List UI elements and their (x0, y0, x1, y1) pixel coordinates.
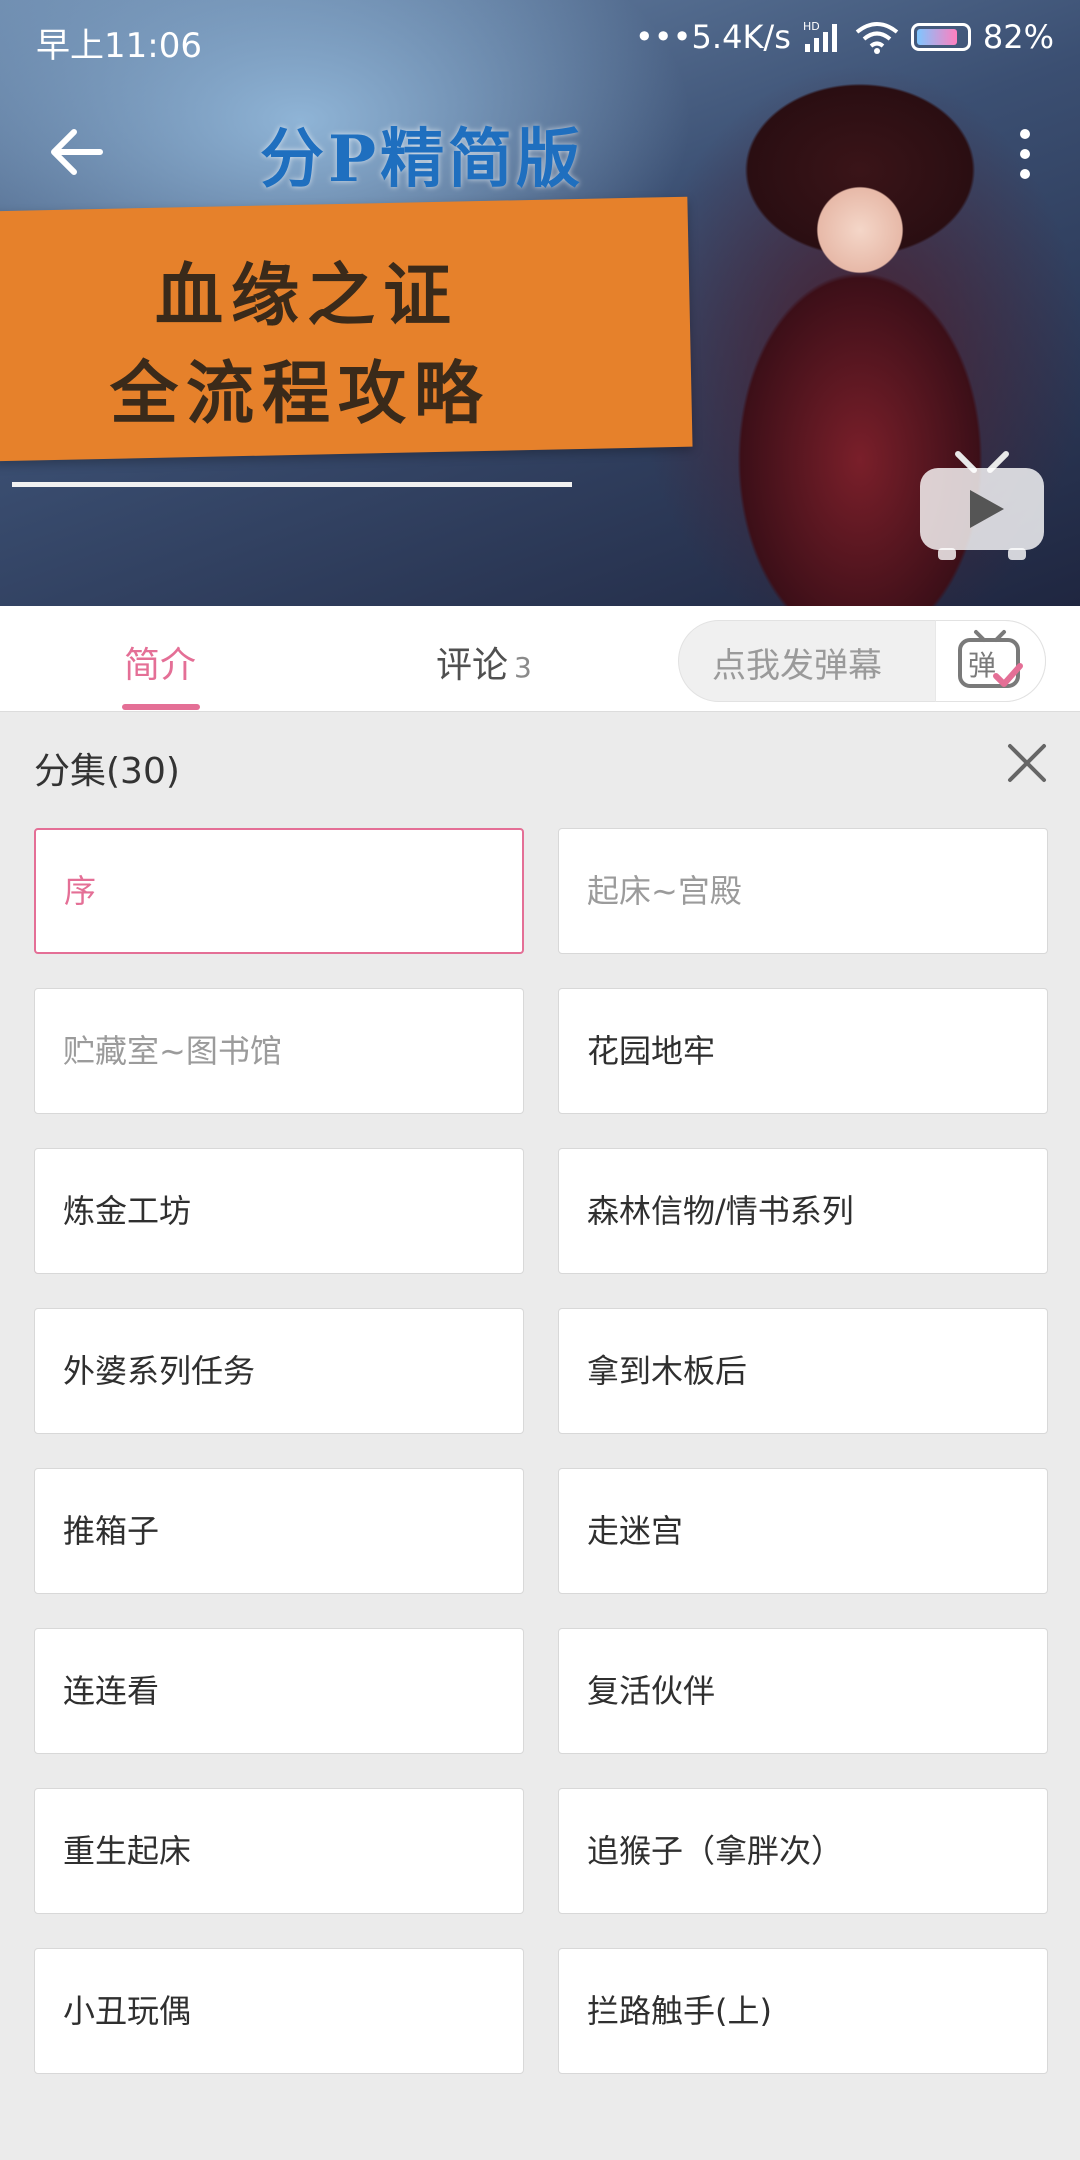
danmaku-placeholder[interactable]: 点我发弹幕 (712, 638, 882, 687)
tab-comments-label: 评论 (436, 645, 509, 686)
cover-dash (500, 482, 536, 487)
cover-banner-line-2: 全流程攻略 (110, 354, 491, 434)
tab-intro[interactable]: 简介 (124, 636, 196, 688)
comments-count: 3 (514, 651, 532, 684)
tv-cast-icon[interactable] (918, 450, 1046, 562)
episode-item[interactable]: 小丑玩偶 (34, 1948, 524, 2074)
cover-divider (12, 482, 572, 487)
episode-item[interactable]: 追猴子（拿胖次） (558, 1788, 1048, 1914)
episode-panel-title: 分集(30) (34, 751, 180, 792)
close-icon[interactable] (1006, 742, 1048, 784)
cover-banner-line-1: 血缘之证 (155, 256, 460, 336)
episode-item[interactable]: 花园地牢 (558, 988, 1048, 1114)
episode-item[interactable]: 拦路触手(上) (558, 1948, 1048, 2074)
episode-item[interactable]: 重生起床 (34, 1788, 524, 1914)
episode-item[interactable]: 炼金工坊 (34, 1148, 524, 1274)
back-arrow-icon[interactable] (44, 120, 108, 184)
svg-text:弹: 弹 (968, 649, 996, 682)
episode-item[interactable]: 走迷宫 (558, 1468, 1048, 1594)
cover-title: 分P精简版 (260, 122, 585, 197)
episode-item[interactable]: 复活伙伴 (558, 1628, 1048, 1754)
episode-item[interactable]: 森林信物/情书系列 (558, 1148, 1048, 1274)
status-bar: 早上11:06 •••5.4K/s HD 82% (0, 0, 1080, 76)
tab-active-indicator (122, 704, 200, 710)
cover-dash (540, 482, 570, 487)
video-player[interactable]: 分P精简版 血缘之证 全流程攻略 (0, 0, 1080, 606)
danmaku-toggle-icon[interactable]: 弹 (956, 628, 1024, 694)
episode-item[interactable]: 外婆系列任务 (34, 1308, 524, 1434)
episode-item[interactable]: 序 (34, 828, 524, 954)
episode-item[interactable]: 起床~宫殿 (558, 828, 1048, 954)
episode-item[interactable]: 推箱子 (34, 1468, 524, 1594)
episode-item[interactable]: 贮藏室~图书馆 (34, 988, 524, 1114)
status-indicators: •••5.4K/s HD 82% (635, 18, 1054, 56)
battery-icon (910, 23, 971, 51)
signal-hd-label: HD (803, 20, 820, 33)
episode-item[interactable]: 拿到木板后 (558, 1308, 1048, 1434)
wifi-icon (855, 22, 899, 54)
signal-icon: HD (803, 20, 837, 52)
episode-item[interactable]: 连连看 (34, 1628, 524, 1754)
battery-level: 82% (982, 18, 1054, 56)
more-options-icon[interactable] (1010, 124, 1040, 184)
network-speed: •••5.4K/s (634, 18, 791, 56)
status-time: 早上11:06 (36, 26, 202, 66)
tab-comments[interactable]: 评论 3 (436, 636, 532, 688)
